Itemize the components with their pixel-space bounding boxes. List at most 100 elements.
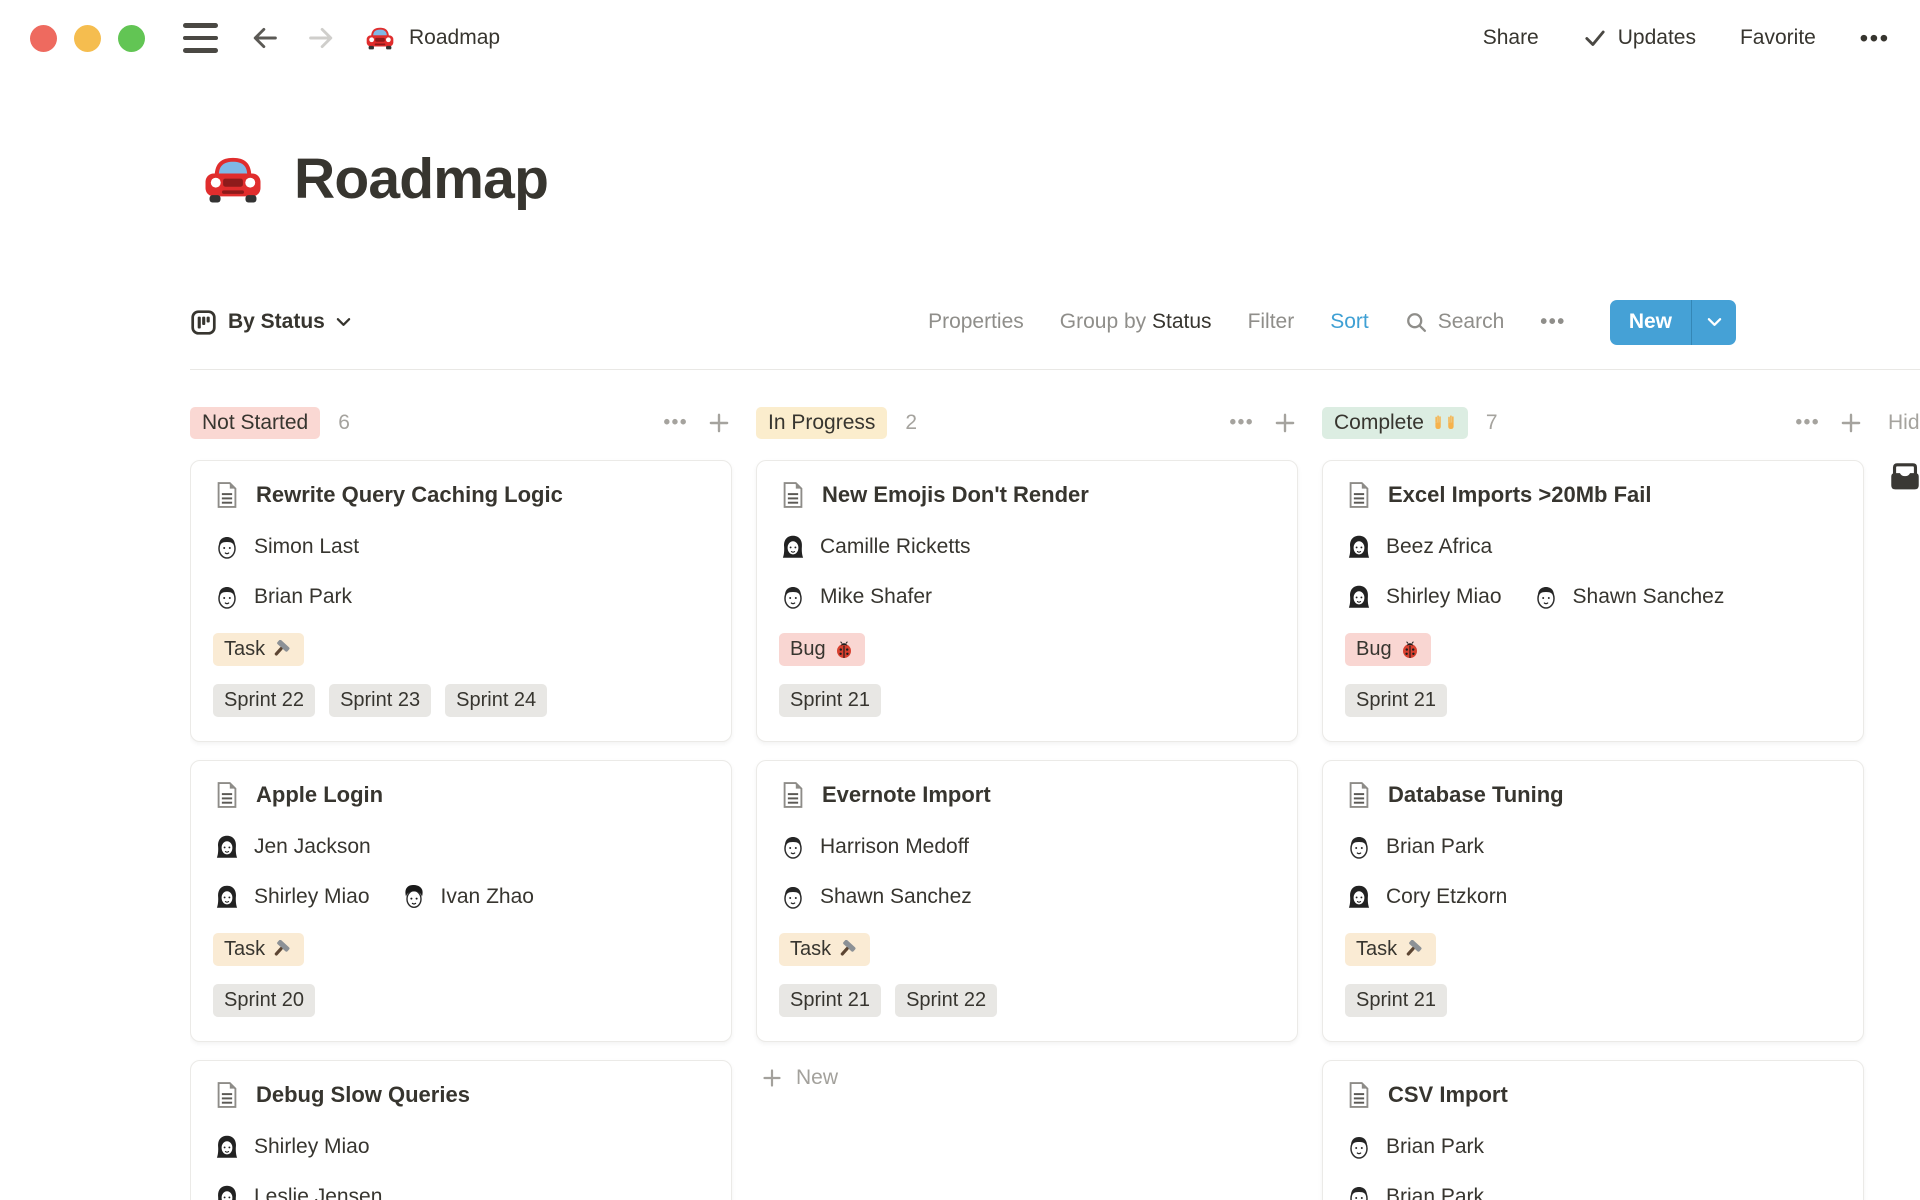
card[interactable]: Apple Login Jen Jackson Shirley Miao Iva… [190, 760, 732, 1042]
card-title: Excel Imports >20Mb Fail [1388, 482, 1652, 507]
status-badge[interactable]: Not Started [190, 407, 321, 439]
avatar [1345, 533, 1373, 561]
column-more-button[interactable]: ••• [1796, 412, 1820, 434]
tag-label: Task [790, 938, 832, 960]
card[interactable]: Evernote Import Harrison Medoff Shawn Sa… [756, 760, 1298, 1042]
tag-label: Bug [1356, 638, 1392, 660]
person-name: Brian Park [1386, 835, 1485, 858]
person-chip: Shirley Miao [213, 1133, 370, 1161]
person-name: Jen Jackson [254, 835, 371, 858]
view-name: By Status [228, 310, 325, 333]
toolbar-divider [190, 369, 1920, 370]
person-chip: Shirley Miao [213, 883, 370, 911]
column-count: 6 [338, 411, 350, 434]
view-selector[interactable]: By Status [190, 309, 351, 336]
status-badge[interactable]: Complete [1322, 407, 1468, 439]
page-icon [213, 1081, 241, 1109]
avatar [779, 533, 807, 561]
add-card-icon[interactable] [1838, 410, 1864, 436]
ladybug-icon [1400, 640, 1420, 660]
tag-task: Task [213, 933, 305, 966]
sprint-tag: Sprint 21 [779, 984, 882, 1017]
group-by-button[interactable]: Group by Status [1060, 310, 1212, 334]
window-more-button[interactable]: ••• [1860, 25, 1890, 52]
search-icon [1405, 311, 1428, 334]
column-header: Complete 7 ••• [1322, 402, 1864, 444]
back-arrow-icon[interactable] [250, 23, 280, 53]
sprint-tag: Sprint 22 [895, 984, 998, 1017]
updates-button[interactable]: Updates [1583, 26, 1696, 50]
sidebar-toggle-icon[interactable] [183, 23, 218, 53]
sprint-tag: Sprint 21 [779, 684, 882, 717]
person-chip: Simon Last [213, 533, 359, 561]
card[interactable]: CSV Import Brian Park Brian Park [1322, 1060, 1864, 1200]
avatar [213, 883, 241, 911]
person-chip: Shirley Miao [1345, 583, 1502, 611]
avatar [1345, 583, 1373, 611]
person-name: Cory Etzkorn [1386, 885, 1508, 908]
red-car-icon[interactable] [200, 146, 266, 212]
breadcrumb-title: Roadmap [409, 26, 501, 49]
filter-button[interactable]: Filter [1248, 310, 1295, 334]
chevron-down-icon [336, 317, 351, 327]
search-button[interactable]: Search [1405, 310, 1505, 334]
tag-bug: Bug [1345, 633, 1431, 666]
person-name: Brian Park [254, 585, 353, 608]
avatar [213, 533, 241, 561]
new-button[interactable]: New [1609, 299, 1736, 345]
tag-bug: Bug [779, 633, 865, 666]
sprint-tag: Sprint 20 [213, 984, 316, 1017]
person-name: Shirley Miao [254, 1135, 370, 1158]
status-badge[interactable]: In Progress [756, 407, 888, 439]
card[interactable]: Rewrite Query Caching Logic Simon Last B… [190, 460, 732, 742]
minimize-window-button[interactable] [74, 24, 101, 52]
card[interactable]: Debug Slow Queries Shirley Miao Leslie J… [190, 1060, 732, 1200]
page-icon [779, 481, 807, 509]
card[interactable]: Database Tuning Brian Park Cory Etzkorn … [1322, 760, 1864, 1042]
column-more-button[interactable]: ••• [664, 412, 688, 434]
avatar [1345, 833, 1373, 861]
card[interactable]: New Emojis Don't Render Camille Ricketts… [756, 460, 1298, 742]
breadcrumb[interactable]: Roadmap [364, 22, 500, 54]
column-header: In Progress 2 ••• [756, 402, 1298, 444]
new-button-dropdown[interactable] [1692, 300, 1736, 345]
column-more-button[interactable]: ••• [1230, 412, 1254, 434]
add-card-icon[interactable] [1272, 410, 1298, 436]
avatar [213, 833, 241, 861]
person-name: Shirley Miao [1386, 585, 1502, 608]
search-label: Search [1437, 310, 1505, 333]
person-name: Harrison Medoff [820, 835, 970, 858]
person-chip: Leslie Jensen [213, 1183, 382, 1200]
person-name: Shirley Miao [254, 885, 370, 908]
person-chip: Brian Park [213, 583, 352, 611]
avatar [1345, 1133, 1373, 1161]
column-count: 7 [1485, 411, 1498, 434]
sprint-tag: Sprint 24 [445, 684, 548, 717]
sort-button[interactable]: Sort [1330, 310, 1369, 334]
status-label: Complete [1334, 411, 1424, 434]
properties-button[interactable]: Properties [928, 310, 1024, 334]
board-view-icon [190, 309, 217, 336]
new-button-label[interactable]: New [1610, 300, 1691, 345]
hidden-group-toggle[interactable]: N [1888, 460, 1920, 494]
add-card-button[interactable]: New [756, 1060, 1298, 1096]
raised-hands-icon [1433, 414, 1456, 432]
page-header: Roadmap [200, 146, 549, 212]
card[interactable]: Excel Imports >20Mb Fail Beez Africa Shi… [1322, 460, 1864, 742]
person-name: Beez Africa [1386, 535, 1493, 558]
sprint-tag: Sprint 23 [329, 684, 432, 717]
page-icon [213, 481, 241, 509]
tag-label: Bug [790, 638, 826, 660]
column-not-started: Not Started 6 ••• Rewrite Query Caching … [190, 402, 732, 1200]
share-button[interactable]: Share [1483, 26, 1539, 50]
person-name: Shawn Sanchez [1572, 585, 1725, 608]
add-card-icon[interactable] [706, 410, 732, 436]
close-window-button[interactable] [30, 24, 57, 52]
card-title: Evernote Import [822, 782, 991, 807]
toolbar-more-button[interactable]: ••• [1540, 311, 1566, 334]
zoom-window-button[interactable] [118, 24, 145, 52]
tag-label: Task [1356, 938, 1398, 960]
favorite-button[interactable]: Favorite [1740, 26, 1816, 50]
page-title[interactable]: Roadmap [294, 146, 549, 212]
card-title: Debug Slow Queries [256, 1082, 470, 1107]
